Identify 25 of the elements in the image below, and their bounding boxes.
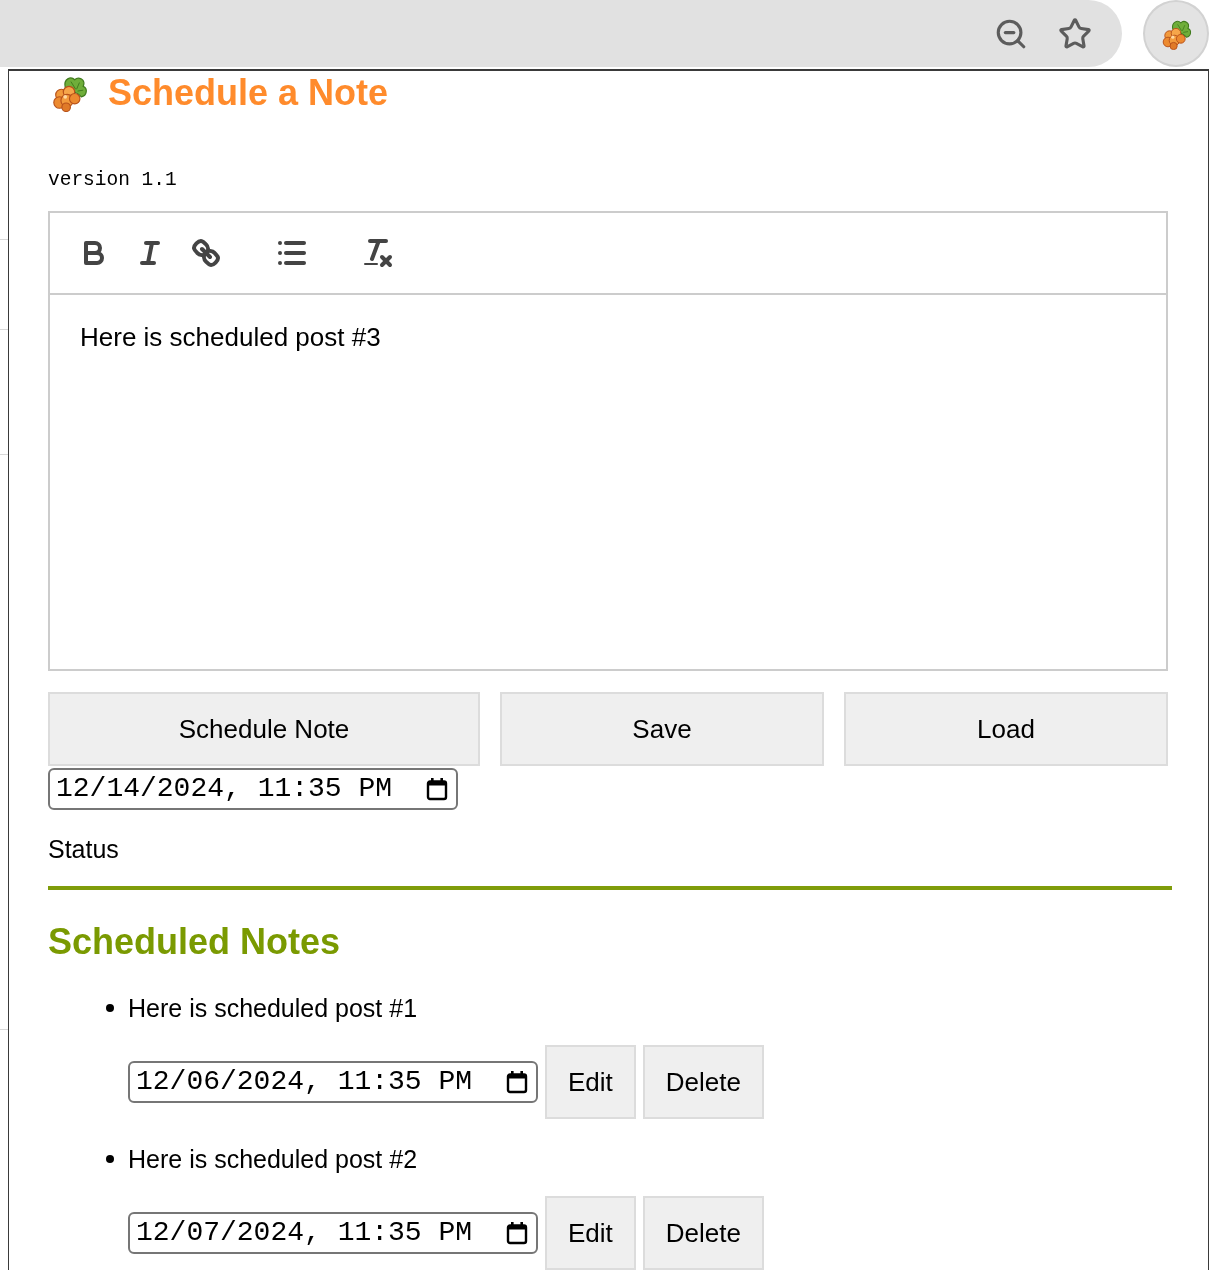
extension-button[interactable]: [1143, 0, 1209, 67]
load-button[interactable]: Load: [844, 692, 1168, 767]
edit-button[interactable]: Edit: [545, 1045, 636, 1119]
datetime-field[interactable]: 12/14/2024, 11:35 PM: [48, 768, 458, 811]
save-button[interactable]: Save: [500, 692, 824, 767]
star-icon[interactable]: [1058, 16, 1092, 51]
section-heading: Scheduled Notes: [48, 921, 341, 963]
schedule-note-button[interactable]: Schedule Note: [48, 692, 480, 767]
note-text: Here is scheduled post #1: [128, 993, 418, 1023]
delete-button[interactable]: Delete: [642, 1196, 764, 1270]
calendar-icon: [426, 777, 448, 802]
datetime-field[interactable]: 12/07/2024, 11:35 PM: [128, 1212, 538, 1254]
datetime-field[interactable]: 12/06/2024, 11:35 PM: [128, 1061, 538, 1103]
status-label: Status: [48, 834, 119, 865]
note-text: Here is scheduled post #2: [128, 1144, 418, 1174]
berry-icon: [50, 74, 88, 112]
editor-text-area[interactable]: Here is scheduled post #3: [48, 295, 1168, 672]
calendar-icon: [506, 1070, 528, 1094]
calendar-icon: [506, 1221, 528, 1245]
delete-button[interactable]: Delete: [642, 1045, 764, 1119]
bullet-icon: [106, 1004, 114, 1012]
bullet-icon: [106, 1155, 114, 1163]
version-label: version 1.1: [48, 168, 177, 192]
edit-button[interactable]: Edit: [545, 1196, 636, 1270]
app-title: Schedule a Note: [108, 73, 389, 113]
